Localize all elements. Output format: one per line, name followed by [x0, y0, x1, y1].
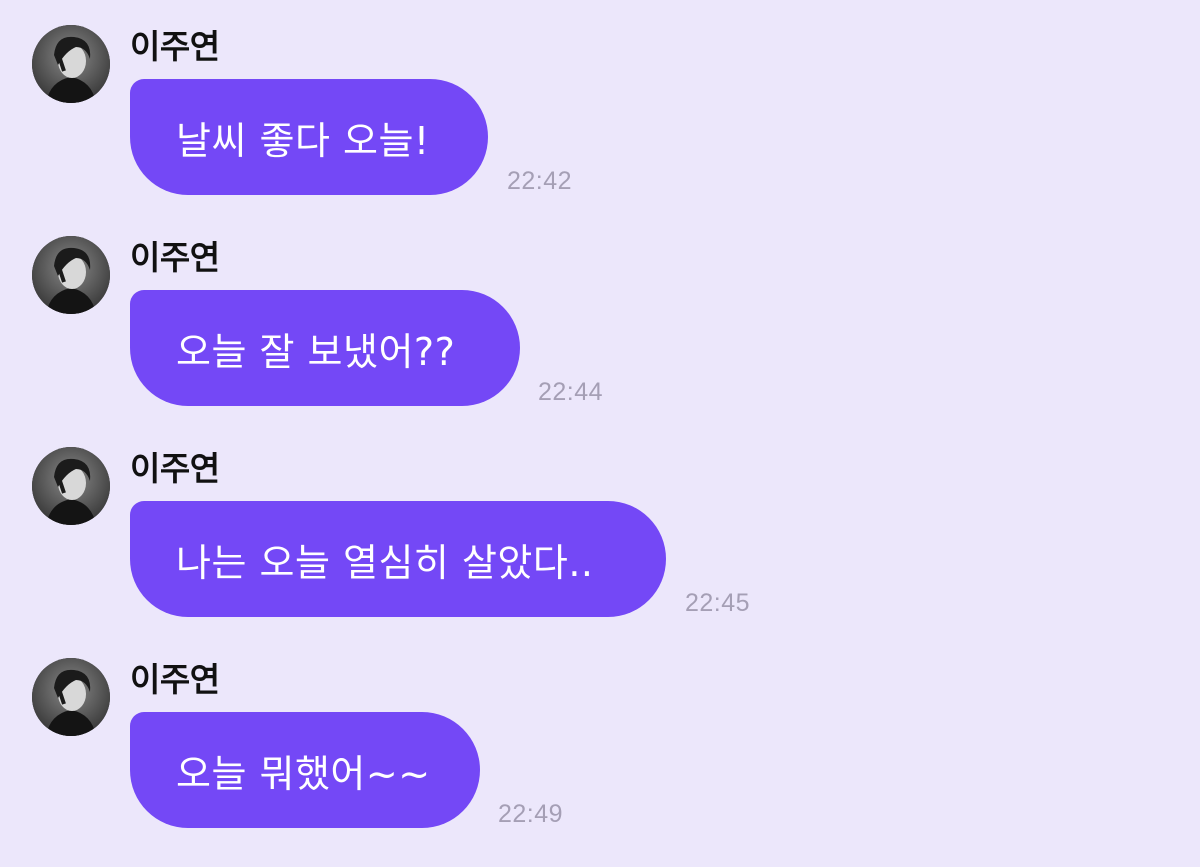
- sender-name: 이주연: [130, 27, 220, 66]
- message-bubble[interactable]: 오늘 잘 보냈어??: [130, 290, 520, 406]
- sender-name: 이주연: [130, 660, 220, 699]
- avatar[interactable]: [32, 236, 110, 314]
- sender-name: 이주연: [130, 449, 220, 488]
- message-timestamp: 22:45: [685, 589, 751, 617]
- message-timestamp: 22:49: [498, 800, 564, 828]
- profile-photo-icon: [32, 25, 110, 103]
- avatar[interactable]: [32, 25, 110, 103]
- avatar[interactable]: [32, 447, 110, 525]
- profile-photo-icon: [32, 658, 110, 736]
- message-bubble[interactable]: 오늘 뭐했어~~: [130, 712, 480, 828]
- profile-photo-icon: [32, 447, 110, 525]
- message-row: 이주연 오늘 뭐했어~~ 22:49: [0, 633, 1200, 828]
- message-timestamp: 22:44: [538, 378, 604, 406]
- message-row: 이주연 날씨 좋다 오늘! 22:42: [0, 0, 1200, 195]
- message-row: 이주연 나는 오늘 열심히 살았다.. 22:45: [0, 422, 1200, 617]
- message-timestamp: 22:42: [507, 167, 573, 195]
- sender-name: 이주연: [130, 238, 220, 277]
- avatar[interactable]: [32, 658, 110, 736]
- message-bubble[interactable]: 나는 오늘 열심히 살았다..: [130, 501, 666, 617]
- profile-photo-icon: [32, 236, 110, 314]
- message-bubble[interactable]: 날씨 좋다 오늘!: [130, 79, 488, 195]
- message-row: 이주연 오늘 잘 보냈어?? 22:44: [0, 211, 1200, 406]
